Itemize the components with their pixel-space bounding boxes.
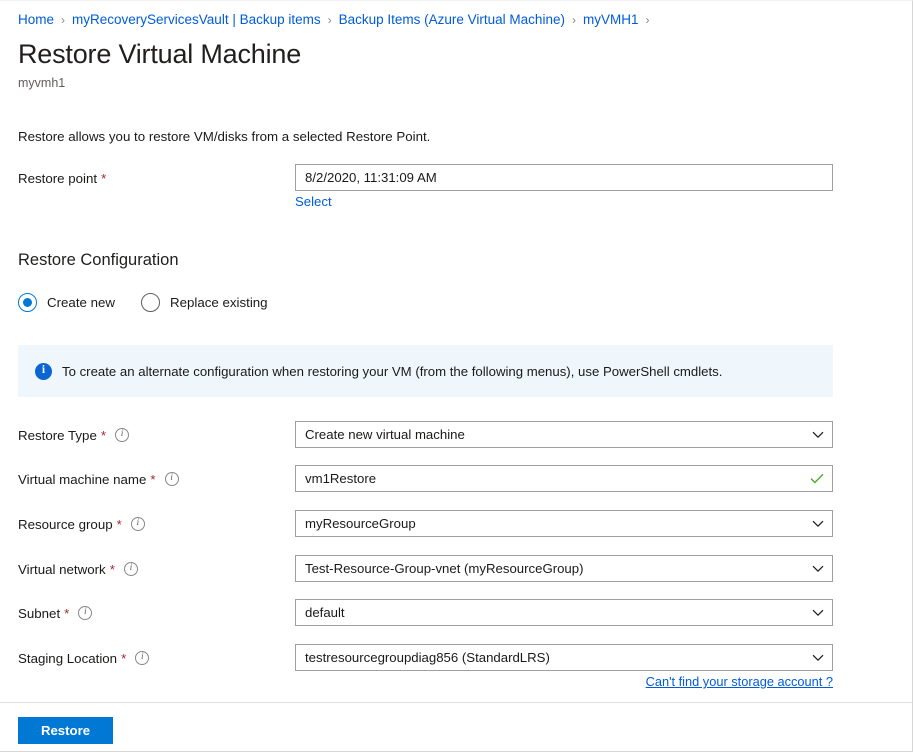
checkmark-valid-icon [810,473,824,484]
select-restore-point-link[interactable]: Select [295,194,332,209]
restore-point-label: Restore point * [18,164,106,192]
vm-name-label: Virtual machine name * i [18,465,179,493]
chevron-down-icon [812,652,824,664]
resource-group-label-text: Resource group [18,517,113,532]
chevron-down-icon [812,518,824,530]
staging-location-label-text: Staging Location [18,651,117,666]
page-title: Restore Virtual Machine [18,39,301,70]
vm-name-label-text: Virtual machine name [18,472,146,487]
restore-configuration-heading: Restore Configuration [18,251,179,270]
required-marker: * [150,472,155,487]
breadcrumb-item-home[interactable]: Home [18,12,54,27]
required-marker: * [101,171,106,186]
radio-create-new[interactable]: Create new [18,293,115,312]
required-marker: * [121,651,126,666]
restore-type-label-text: Restore Type [18,428,97,443]
virtual-network-label: Virtual network * i [18,555,138,583]
restore-point-value: 8/2/2020, 11:31:09 AM [305,170,824,185]
restore-type-value: Create new virtual machine [305,427,806,442]
vm-name-input[interactable]: vm1Restore [295,465,833,492]
required-marker: * [110,562,115,577]
restore-button[interactable]: Restore [18,717,113,744]
page-subtitle: myvmh1 [18,76,65,90]
radio-replace-existing-label: Replace existing [170,295,268,310]
chevron-right-icon: › [61,13,65,27]
radio-create-new-label: Create new [47,295,115,310]
radio-mark-selected-icon [18,293,37,312]
resource-group-dropdown[interactable]: myResourceGroup [295,510,833,537]
resource-group-value: myResourceGroup [305,516,806,531]
resource-group-label: Resource group * i [18,510,145,538]
page-description: Restore allows you to restore VM/disks f… [18,129,430,144]
subnet-dropdown[interactable]: default [295,599,833,626]
chevron-right-icon: › [328,13,332,27]
virtual-network-value: Test-Resource-Group-vnet (myResourceGrou… [305,561,806,576]
subnet-label: Subnet * i [18,599,92,627]
info-icon[interactable]: i [78,606,92,620]
virtual-network-dropdown[interactable]: Test-Resource-Group-vnet (myResourceGrou… [295,555,833,582]
restore-point-label-text: Restore point [18,171,97,186]
required-marker: * [117,517,122,532]
breadcrumb-item-vault[interactable]: myRecoveryServicesVault | Backup items [72,12,321,27]
info-banner: i To create an alternate configuration w… [18,345,833,397]
restore-virtual-machine-blade: Home › myRecoveryServicesVault | Backup … [0,0,913,752]
required-marker: * [101,428,106,443]
restore-point-input[interactable]: 8/2/2020, 11:31:09 AM [295,164,833,191]
breadcrumb-item-vm[interactable]: myVMH1 [583,12,639,27]
info-banner-text: To create an alternate configuration whe… [62,364,722,379]
staging-location-value: testresourcegroupdiag856 (StandardLRS) [305,650,806,665]
chevron-down-icon [812,429,824,441]
breadcrumb: Home › myRecoveryServicesVault | Backup … [18,12,656,27]
radio-replace-existing[interactable]: Replace existing [141,293,268,312]
breadcrumb-item-backup-items[interactable]: Backup Items (Azure Virtual Machine) [339,12,565,27]
restore-configuration-radio-group: Create new Replace existing [18,293,268,312]
chevron-down-icon [812,607,824,619]
cant-find-storage-account-link[interactable]: Can't find your storage account ? [295,674,833,689]
info-icon[interactable]: i [115,428,129,442]
info-icon[interactable]: i [131,517,145,531]
info-icon: i [35,363,52,380]
restore-type-label: Restore Type * i [18,421,129,449]
subnet-value: default [305,605,806,620]
subnet-label-text: Subnet [18,606,60,621]
chevron-right-icon: › [572,13,576,27]
staging-location-dropdown[interactable]: testresourcegroupdiag856 (StandardLRS) [295,644,833,671]
info-icon[interactable]: i [135,651,149,665]
required-marker: * [64,606,69,621]
info-icon[interactable]: i [124,562,138,576]
chevron-down-icon [812,563,824,575]
vm-name-value: vm1Restore [305,471,804,486]
restore-type-dropdown[interactable]: Create new virtual machine [295,421,833,448]
footer-divider [0,702,912,703]
radio-mark-unselected-icon [141,293,160,312]
chevron-right-icon: › [645,13,649,27]
staging-location-label: Staging Location * i [18,644,149,672]
virtual-network-label-text: Virtual network [18,562,106,577]
info-icon[interactable]: i [165,472,179,486]
